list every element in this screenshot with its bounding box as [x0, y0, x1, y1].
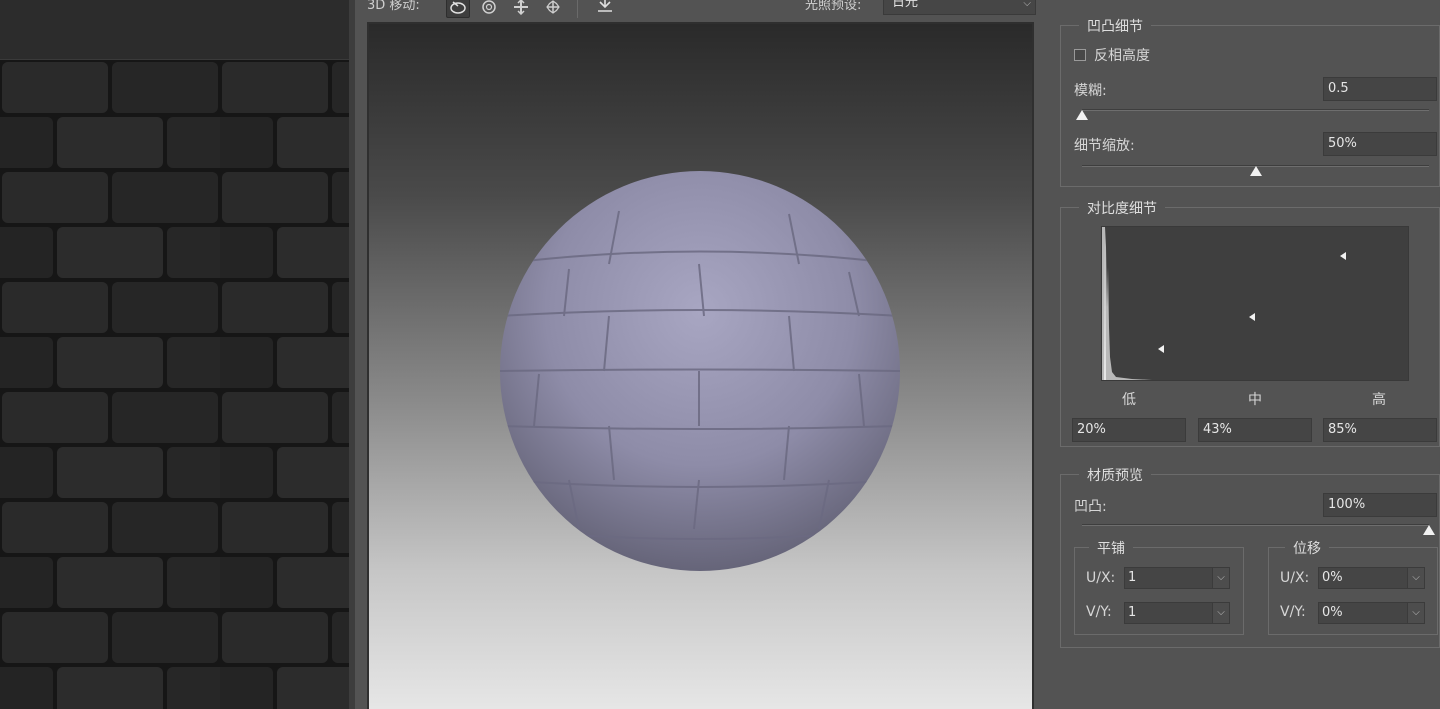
offset-vy-value: 0% — [1322, 605, 1343, 620]
settings-panel: 凹凸细节 反相高度 模糊: 0.5 细节缩放: 50% 对比度细节 低 中 高 … — [1040, 0, 1440, 709]
move-label: 3D 移动: — [367, 0, 420, 13]
invert-height-checkbox[interactable] — [1074, 49, 1086, 61]
tiling-vy-label: V/Y: — [1086, 604, 1112, 620]
high-input[interactable]: 85% — [1323, 418, 1437, 442]
offset-title: 位移 — [1285, 538, 1329, 558]
preview-panel: 3D 移动: 光照预设: 日光 ⌵ — [355, 0, 1040, 709]
pan-3d-button[interactable] — [509, 0, 533, 18]
canvas-top-bar — [0, 0, 349, 60]
reset-view-button[interactable] — [593, 0, 617, 18]
chevron-down-icon[interactable]: ⌵ — [1212, 568, 1229, 588]
bump-detail-title: 凹凸细节 — [1079, 16, 1151, 36]
roll-3d-icon — [482, 0, 496, 14]
offset-ux-value: 0% — [1322, 570, 1343, 585]
blur-input[interactable]: 0.5 — [1323, 77, 1437, 101]
tiling-vy-combo[interactable]: 1 ⌵ — [1124, 602, 1230, 624]
detail-scale-label: 细节缩放: — [1074, 138, 1135, 154]
light-preset-select[interactable]: 日光 ⌵ — [883, 0, 1036, 15]
brick-texture-image — [0, 60, 349, 709]
material-preview-sphere[interactable] — [369, 24, 1032, 709]
bump-input[interactable]: 100% — [1323, 493, 1437, 517]
offset-vy-label: V/Y: — [1280, 604, 1306, 620]
chevron-down-icon: ⌵ — [1023, 0, 1031, 9]
preview-toolbar: 3D 移动: 光照预设: 日光 ⌵ — [355, 0, 1040, 22]
bump-label: 凹凸: — [1074, 499, 1107, 515]
invert-height-label: 反相高度 — [1094, 48, 1150, 64]
rotate-3d-icon — [450, 1, 466, 14]
contrast-detail-title: 对比度细节 — [1079, 198, 1165, 218]
detail-scale-slider-thumb[interactable] — [1249, 166, 1262, 176]
low-input[interactable]: 20% — [1072, 418, 1186, 442]
roll-3d-button[interactable] — [477, 0, 501, 18]
offset-ux-label: U/X: — [1280, 570, 1310, 586]
high-marker[interactable] — [1340, 252, 1346, 260]
histogram-graph — [1102, 227, 1346, 380]
tiling-vy-value: 1 — [1128, 605, 1137, 620]
slide-3d-button[interactable] — [541, 0, 565, 18]
light-preset-value: 日光 — [892, 0, 919, 10]
mid-input[interactable]: 43% — [1198, 418, 1312, 442]
blur-slider-thumb[interactable] — [1076, 110, 1088, 120]
mid-label: 中 — [1248, 392, 1262, 408]
blur-slider-track[interactable] — [1082, 109, 1429, 111]
blur-label: 模糊: — [1074, 83, 1107, 99]
document-canvas[interactable] — [0, 0, 349, 709]
toolbar-separator — [577, 0, 578, 18]
pan-3d-icon — [514, 0, 528, 15]
high-label: 高 — [1372, 392, 1386, 408]
slide-3d-icon — [546, 0, 560, 14]
chevron-down-icon[interactable]: ⌵ — [1212, 603, 1229, 623]
tiling-ux-label: U/X: — [1086, 570, 1116, 586]
tiling-ux-value: 1 — [1128, 570, 1137, 585]
chevron-down-icon[interactable]: ⌵ — [1407, 603, 1424, 623]
material-preview-title: 材质预览 — [1079, 465, 1151, 485]
contrast-histogram[interactable] — [1101, 226, 1409, 381]
bump-slider-thumb[interactable] — [1423, 525, 1435, 535]
reset-view-icon — [598, 0, 612, 12]
tiling-ux-combo[interactable]: 1 ⌵ — [1124, 567, 1230, 589]
light-preset-label: 光照预设: — [805, 0, 862, 13]
3d-preview-viewport[interactable] — [367, 22, 1034, 709]
bump-slider-track[interactable] — [1082, 524, 1429, 526]
offset-ux-combo[interactable]: 0% ⌵ — [1318, 567, 1425, 589]
offset-vy-combo[interactable]: 0% ⌵ — [1318, 602, 1425, 624]
low-marker[interactable] — [1158, 345, 1164, 353]
tiling-title: 平铺 — [1089, 538, 1133, 558]
rotate-3d-button[interactable] — [446, 0, 470, 18]
mid-marker[interactable] — [1249, 313, 1255, 321]
low-label: 低 — [1122, 392, 1136, 408]
detail-scale-input[interactable]: 50% — [1323, 132, 1437, 156]
chevron-down-icon[interactable]: ⌵ — [1407, 568, 1424, 588]
